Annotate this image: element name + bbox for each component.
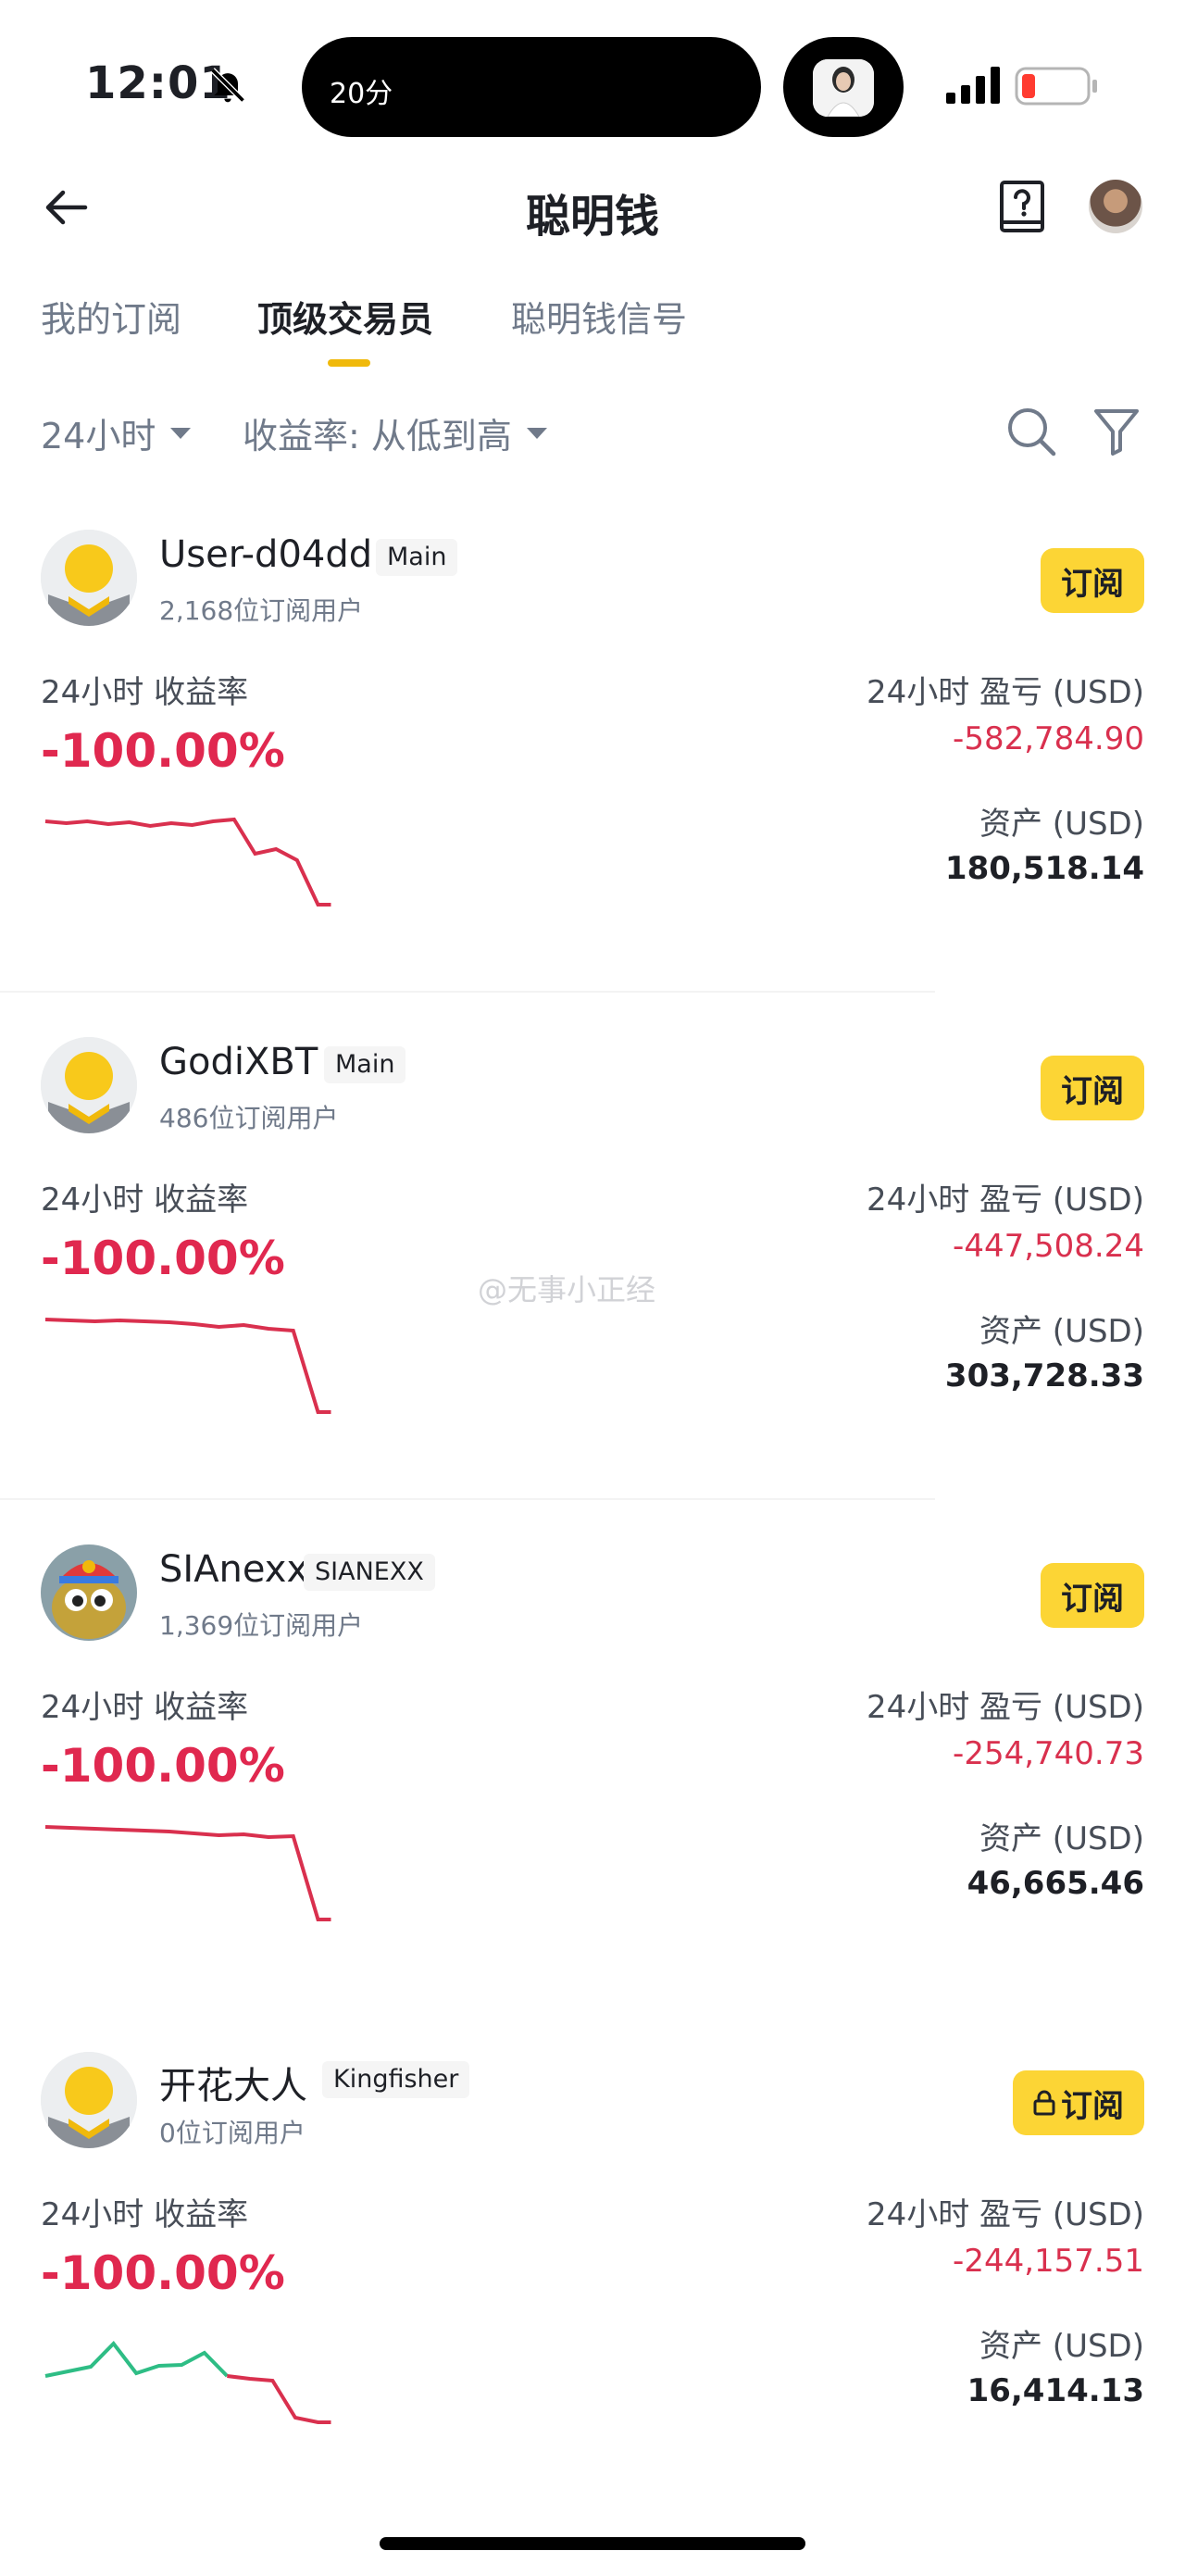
roi-value: -100.00% xyxy=(41,1739,285,1793)
pnl-sparkline xyxy=(44,1318,331,1414)
user-avatar[interactable] xyxy=(1089,180,1142,233)
cellular-signal-icon xyxy=(946,67,1000,104)
assets-label: 资产 (USD) xyxy=(979,806,1144,843)
roi-value: -100.00% xyxy=(41,1232,285,1285)
tab-bar: 我的订阅 顶级交易员 聪明钱信号 xyxy=(0,278,1185,370)
trader-name[interactable]: User-d04dd xyxy=(159,533,372,576)
assets-label: 资产 (USD) xyxy=(979,2328,1144,2365)
card-divider xyxy=(0,991,935,993)
tab-top-traders[interactable]: 顶级交易员 xyxy=(257,291,433,342)
pnl-value: -254,740.73 xyxy=(953,1735,1144,1772)
subscribe-button[interactable]: 订阅 xyxy=(1041,548,1144,613)
roi-label: 24小时 收益率 xyxy=(41,1689,249,1726)
dynamic-island-app[interactable] xyxy=(783,37,904,137)
trader-tag: SIANEXX xyxy=(304,1554,435,1591)
sort-filter-label: 收益率: 从低到高 xyxy=(243,416,512,456)
pnl-sparkline xyxy=(44,2340,331,2424)
pnl-sparkline xyxy=(44,817,331,907)
assets-value: 180,518.14 xyxy=(944,850,1144,887)
trader-avatar[interactable] xyxy=(41,530,137,626)
trader-tag: Kingfisher xyxy=(322,2061,470,2098)
caret-down-icon xyxy=(170,427,192,439)
bell-muted-icon xyxy=(210,68,245,103)
subscribe-button[interactable]: 订阅 xyxy=(1041,1056,1144,1120)
help-book-icon[interactable] xyxy=(998,180,1048,235)
header: 聪明钱 xyxy=(0,167,1185,250)
sparkline-up-segment xyxy=(44,2340,229,2378)
tab-smart-money-signals[interactable]: 聪明钱信号 xyxy=(511,291,687,342)
trader-name[interactable]: SIAnexx xyxy=(159,1548,308,1591)
assets-value: 16,414.13 xyxy=(967,2372,1144,2409)
lock-icon xyxy=(1033,2090,1055,2116)
trader-tag: Main xyxy=(324,1046,406,1083)
subscribe-button[interactable]: 订阅 xyxy=(1013,2070,1144,2135)
trader-card[interactable]: User-d04dd Main 2,168位订阅用户 订阅 24小时 收益率 -… xyxy=(0,530,1185,1037)
subscriber-count: 1,369位订阅用户 xyxy=(159,1610,364,1641)
funnel-filter-icon[interactable] xyxy=(1092,406,1141,457)
caret-down-icon xyxy=(526,427,547,439)
active-tab-indicator xyxy=(328,359,370,367)
subscriber-count: 0位订阅用户 xyxy=(159,2118,306,2148)
assets-label: 资产 (USD) xyxy=(979,1313,1144,1350)
pnl-label: 24小时 盈亏 (USD) xyxy=(866,1182,1144,1219)
filter-row: 24小时 收益率: 从低到高 xyxy=(0,398,1185,463)
battery-icon xyxy=(1015,67,1097,106)
sort-filter[interactable]: 收益率: 从低到高 xyxy=(243,407,547,458)
period-filter[interactable]: 24小时 xyxy=(41,407,192,458)
watermark: @无事小正经 xyxy=(478,1272,656,1307)
subscriber-count: 486位订阅用户 xyxy=(159,1103,339,1133)
subscribe-button-label: 订阅 xyxy=(1061,565,1124,603)
sparkline-line xyxy=(44,817,331,907)
pnl-value: -244,157.51 xyxy=(953,2243,1144,2280)
roi-label: 24小时 收益率 xyxy=(41,2196,249,2233)
sparkline-line xyxy=(44,1318,331,1414)
assets-label: 资产 (USD) xyxy=(979,1820,1144,1857)
trader-tag: Main xyxy=(376,539,458,576)
trader-card[interactable]: SIAnexx SIANEXX 1,369位订阅用户 订阅 24小时 收益率 -… xyxy=(0,1544,1185,2052)
trader-card[interactable]: 开花大人 Kingfisher 0位订阅用户 订阅 24小时 收益率 -100.… xyxy=(0,2052,1185,2559)
trader-name[interactable]: 开花大人 xyxy=(159,2056,307,2109)
card-divider xyxy=(0,1498,935,1500)
subscribe-button-label: 订阅 xyxy=(1061,1580,1124,1618)
pnl-label: 24小时 盈亏 (USD) xyxy=(866,1689,1144,1726)
roi-value: -100.00% xyxy=(41,2246,285,2300)
assets-value: 46,665.46 xyxy=(967,1865,1144,1902)
pnl-label: 24小时 盈亏 (USD) xyxy=(866,674,1144,711)
subscribe-button[interactable]: 订阅 xyxy=(1041,1563,1144,1628)
home-indicator[interactable] xyxy=(380,2537,805,2550)
sparkline-line xyxy=(44,1825,331,1921)
island-timer: 20分 xyxy=(330,78,393,110)
roi-value: -100.00% xyxy=(41,724,285,778)
trader-avatar[interactable] xyxy=(41,2052,137,2148)
assets-value: 303,728.33 xyxy=(944,1357,1144,1394)
trader-avatar[interactable] xyxy=(41,1544,137,1641)
subscriber-count: 2,168位订阅用户 xyxy=(159,595,364,626)
sparkline-down-segment xyxy=(227,2374,331,2424)
roi-label: 24小时 收益率 xyxy=(41,674,249,711)
pnl-value: -447,508.24 xyxy=(953,1228,1144,1265)
pnl-value: -582,784.90 xyxy=(953,720,1144,757)
subscribe-button-label: 订阅 xyxy=(1061,1072,1124,1110)
pnl-label: 24小时 盈亏 (USD) xyxy=(866,2196,1144,2233)
dynamic-island[interactable]: 20分 xyxy=(302,37,761,137)
island-app-thumbnail xyxy=(813,59,874,117)
pnl-sparkline xyxy=(44,1825,331,1921)
search-icon[interactable] xyxy=(1005,406,1057,457)
trader-avatar[interactable] xyxy=(41,1037,137,1133)
tab-my-subscriptions[interactable]: 我的订阅 xyxy=(41,291,181,342)
roi-label: 24小时 收益率 xyxy=(41,1182,249,1219)
trader-name[interactable]: GodiXBT xyxy=(159,1041,318,1083)
status-bar: 12:01 20分 xyxy=(0,0,1185,157)
subscribe-button-label: 订阅 xyxy=(1061,2087,1124,2125)
period-filter-label: 24小时 xyxy=(41,416,156,456)
